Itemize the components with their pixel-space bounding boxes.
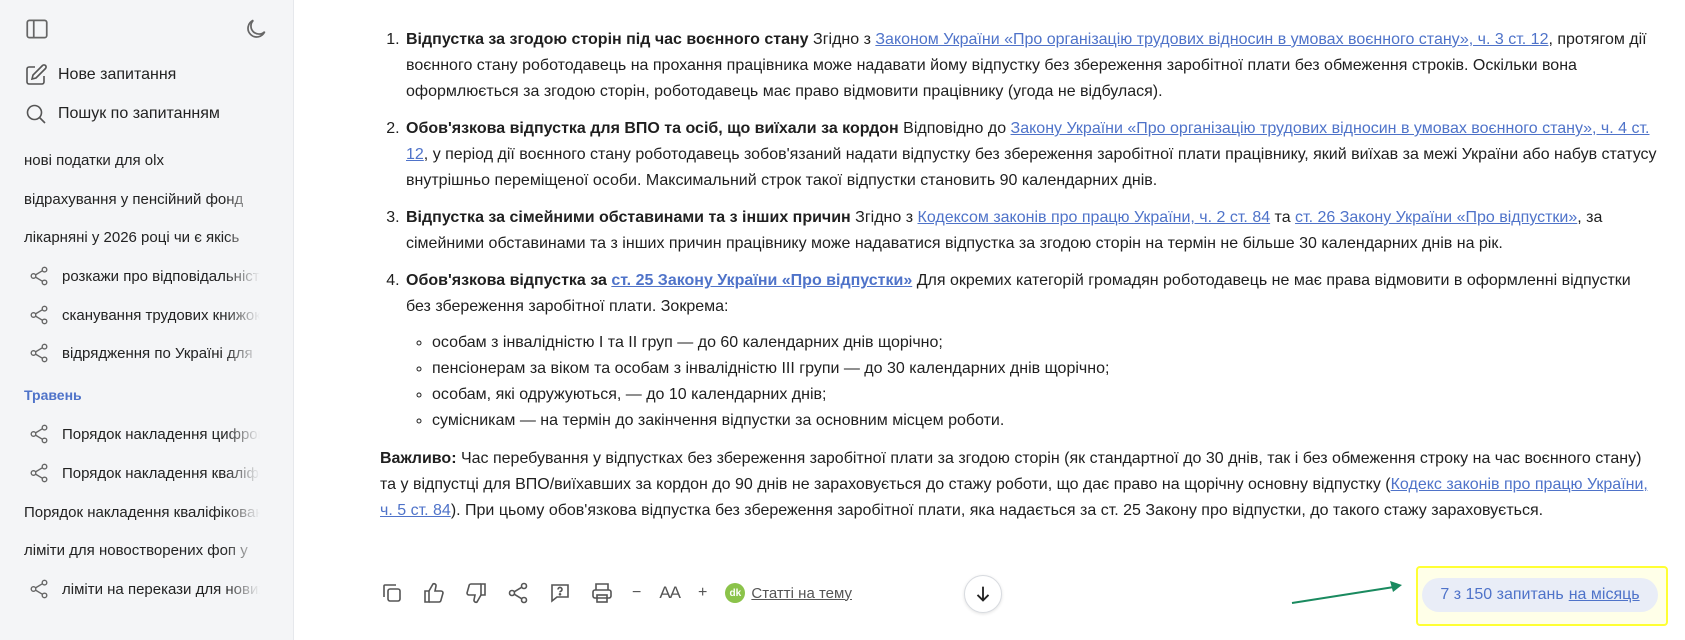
font-size-icon: AA: [659, 583, 681, 602]
sidebar-history-item[interactable]: нові податки для olx: [24, 149, 260, 171]
note-label: Важливо:: [380, 450, 457, 467]
new-request-label: Нове запитання: [58, 66, 177, 83]
thumbs-up-icon[interactable]: [422, 581, 446, 605]
sidebar: Нове запитання Пошук по запитанням нові …: [0, 0, 294, 640]
edit-icon: [26, 64, 47, 85]
history-item-label: відрахування у пенсійний фонд: [24, 190, 244, 208]
category-list: особам з інвалідністю I та II груп — до …: [406, 330, 1660, 434]
history-item-label: відрядження по Україні для: [62, 344, 253, 362]
section-label-may: Травень: [24, 387, 82, 403]
item-title: Відпустка за згодою сторін під час воєнн…: [406, 31, 809, 48]
history-item-label: нові податки для olx: [24, 151, 164, 169]
quota-count: 7 з 150 запитань: [1440, 586, 1564, 603]
item-text: Відповідно до: [898, 120, 1011, 137]
answer-item-4: Обов'язкова відпустка за ст. 25 Закону У…: [404, 268, 1660, 434]
related-articles-link[interactable]: dk Статті на тему: [725, 583, 852, 603]
search-requests-label: Пошук по запитанням: [58, 105, 220, 122]
scroll-down-button[interactable]: [964, 575, 1002, 613]
law-link[interactable]: ст. 26 Закону України «Про відпустки»: [1295, 209, 1577, 226]
law-link[interactable]: ст. 25 Закону України «Про відпустки»: [611, 272, 912, 289]
list-item: особам, які одружуються, — до 10 календа…: [432, 382, 1660, 408]
answer-item-3: Відпустка за сімейними обставинами та з …: [404, 205, 1660, 257]
history-item-label: ліміти для новостворених фоп у: [24, 541, 248, 559]
answer-item-1: Відпустка за згодою сторін під час воєнн…: [404, 27, 1660, 105]
law-link[interactable]: Кодексом законів про працю України, ч. 2…: [918, 209, 1271, 226]
arrow-down-icon: [976, 586, 990, 602]
item-text: Згідно з: [808, 31, 876, 48]
sidebar-history-item[interactable]: лікарняні у 2026 році чи є якісь: [24, 226, 260, 248]
sidebar-history-item[interactable]: розкажи про відповідальність: [28, 265, 260, 287]
search-requests-button[interactable]: Пошук по запитанням: [24, 101, 220, 127]
quota-period-link[interactable]: на місяць: [1569, 586, 1640, 604]
sidebar-history-item[interactable]: Порядок накладення кваліфікованого: [28, 462, 260, 484]
list-item: сумісникам — на термін до закінчення від…: [432, 408, 1660, 434]
note-text: ). При цьому обов'язкова відпустка без з…: [450, 502, 1544, 519]
answer-item-2: Обов'язкова відпустка для ВПО та осіб, щ…: [404, 116, 1660, 194]
history-item-label: сканування трудових книжок: [62, 306, 260, 324]
history-item-label: Порядок накладення цифрового: [62, 425, 260, 443]
answer-list: Відпустка за згодою сторін під час воєнн…: [380, 27, 1660, 434]
related-articles-label: Статті на тему: [751, 584, 852, 602]
main-panel: Відпустка за згодою сторін під час воєнн…: [294, 0, 1685, 640]
law-link[interactable]: Законом України «Про організацію трудови…: [875, 31, 1548, 48]
share-icon[interactable]: [506, 581, 530, 605]
answer-content: Відпустка за згодою сторін під час воєнн…: [380, 27, 1660, 524]
history-item-label: розкажи про відповідальність: [62, 267, 260, 285]
sidebar-history-item[interactable]: відрядження по Україні для: [28, 342, 260, 364]
new-request-button[interactable]: Нове запитання: [24, 62, 176, 88]
print-icon[interactable]: [590, 581, 614, 605]
history-item-label: лікарняні у 2026 році чи є якісь: [24, 228, 240, 246]
sidebar-history-item[interactable]: Порядок накладення цифрового: [28, 423, 260, 445]
search-icon: [26, 104, 46, 124]
item-title: Відпустка за сімейними обставинами та з …: [406, 209, 851, 226]
thumbs-down-icon[interactable]: [464, 581, 488, 605]
share-icon: [30, 305, 48, 325]
item-text: Згідно з: [850, 209, 918, 226]
increase-font-button[interactable]: +: [698, 581, 707, 605]
important-note: Важливо: Час перебування у відпустках бе…: [380, 446, 1660, 524]
sidebar-toggle-icon[interactable]: [24, 16, 50, 42]
share-icon: [30, 579, 48, 599]
decrease-font-button[interactable]: −: [632, 581, 641, 605]
item-title: Обов'язкова відпустка для ВПО та осіб, щ…: [406, 120, 899, 137]
item-text: , у період дії воєнного стану роботодаве…: [406, 146, 1657, 189]
sidebar-history-item[interactable]: ліміти для новостворених фоп у: [24, 539, 260, 561]
share-icon: [30, 463, 48, 483]
list-item: особам з інвалідністю I та II груп — до …: [432, 330, 1660, 356]
sidebar-top-bar: [24, 16, 269, 42]
dark-mode-icon[interactable]: [243, 16, 269, 42]
share-icon: [30, 266, 48, 286]
annotation-arrow: [1291, 581, 1402, 604]
item-title: Обов'язкова відпустка за ст. 25 Закону У…: [406, 272, 913, 289]
list-item: пенсіонерам за віком та особам з інвалід…: [432, 356, 1660, 382]
sidebar-history-item[interactable]: ліміти на перекази для нових: [28, 578, 260, 600]
sidebar-history-item[interactable]: сканування трудових книжок: [28, 304, 260, 326]
item-text: та: [1270, 209, 1296, 226]
feedback-icon[interactable]: [548, 581, 572, 605]
history-item-label: Порядок накладення кваліфікованого: [62, 464, 260, 482]
share-icon: [30, 424, 48, 444]
copy-icon[interactable]: [380, 581, 404, 605]
share-icon: [30, 343, 48, 363]
history-item-label: Порядок накладення кваліфікованого: [24, 503, 260, 521]
quota-badge: 7 з 150 запитань на місяць: [1422, 578, 1658, 612]
dk-logo-icon: dk: [725, 583, 746, 603]
sidebar-history-item[interactable]: Порядок накладення кваліфікованого: [24, 501, 260, 523]
history-item-label: ліміти на перекази для нових: [62, 580, 260, 598]
sidebar-history-item[interactable]: відрахування у пенсійний фонд: [24, 188, 260, 210]
answer-toolbar: − AA + dk Статті на тему: [380, 576, 852, 610]
